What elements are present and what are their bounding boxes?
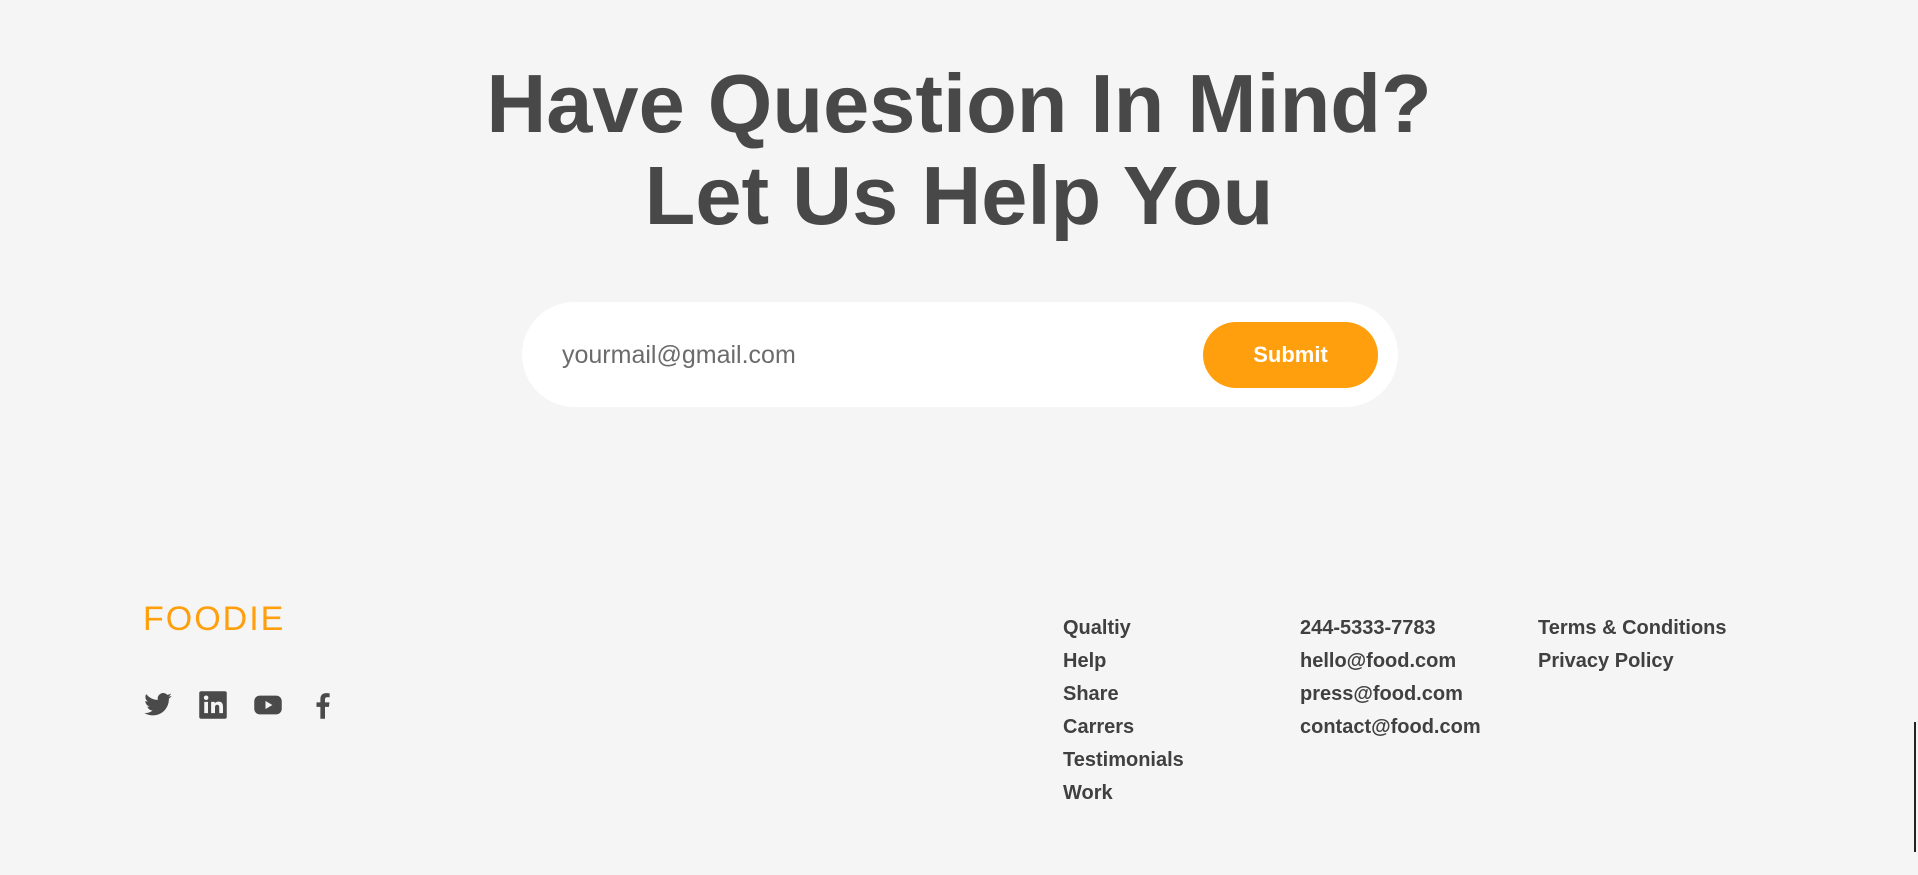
linkedin-icon[interactable] xyxy=(198,690,228,720)
contact-phone[interactable]: 244-5333-7783 xyxy=(1300,612,1481,645)
hero-title: Have Question In Mind? Let Us Help You xyxy=(0,58,1918,242)
email-input[interactable] xyxy=(562,330,1182,380)
subscribe-form: Submit xyxy=(522,302,1398,407)
footer-link-help[interactable]: Help xyxy=(1063,645,1184,678)
page: Have Question In Mind? Let Us Help You S… xyxy=(0,0,1918,875)
footer-contacts: 244-5333-7783 hello@food.com press@food.… xyxy=(1300,612,1481,744)
contact-email-contact[interactable]: contact@food.com xyxy=(1300,711,1481,744)
social-links xyxy=(143,690,338,720)
submit-button[interactable]: Submit xyxy=(1203,322,1378,388)
footer-link-share[interactable]: Share xyxy=(1063,678,1184,711)
youtube-icon[interactable] xyxy=(253,690,283,720)
twitter-icon[interactable] xyxy=(143,690,173,720)
footer-legal: Terms & Conditions Privacy Policy xyxy=(1538,612,1727,678)
footer-link-testimonials[interactable]: Testimonials xyxy=(1063,744,1184,777)
privacy-link[interactable]: Privacy Policy xyxy=(1538,645,1727,678)
contact-email-press[interactable]: press@food.com xyxy=(1300,678,1481,711)
scroll-indicator xyxy=(1914,722,1916,852)
footer-link-work[interactable]: Work xyxy=(1063,777,1184,810)
footer-link-careers[interactable]: Carrers xyxy=(1063,711,1184,744)
terms-link[interactable]: Terms & Conditions xyxy=(1538,612,1727,645)
footer-link-quality[interactable]: Qualtiy xyxy=(1063,612,1184,645)
hero-title-line-2: Let Us Help You xyxy=(644,149,1274,242)
facebook-icon[interactable] xyxy=(308,690,338,720)
logo[interactable]: FOODIE xyxy=(143,600,285,639)
hero-title-line-1: Have Question In Mind? xyxy=(486,57,1432,150)
contact-email-hello[interactable]: hello@food.com xyxy=(1300,645,1481,678)
footer-links: Qualtiy Help Share Carrers Testimonials … xyxy=(1063,612,1184,810)
